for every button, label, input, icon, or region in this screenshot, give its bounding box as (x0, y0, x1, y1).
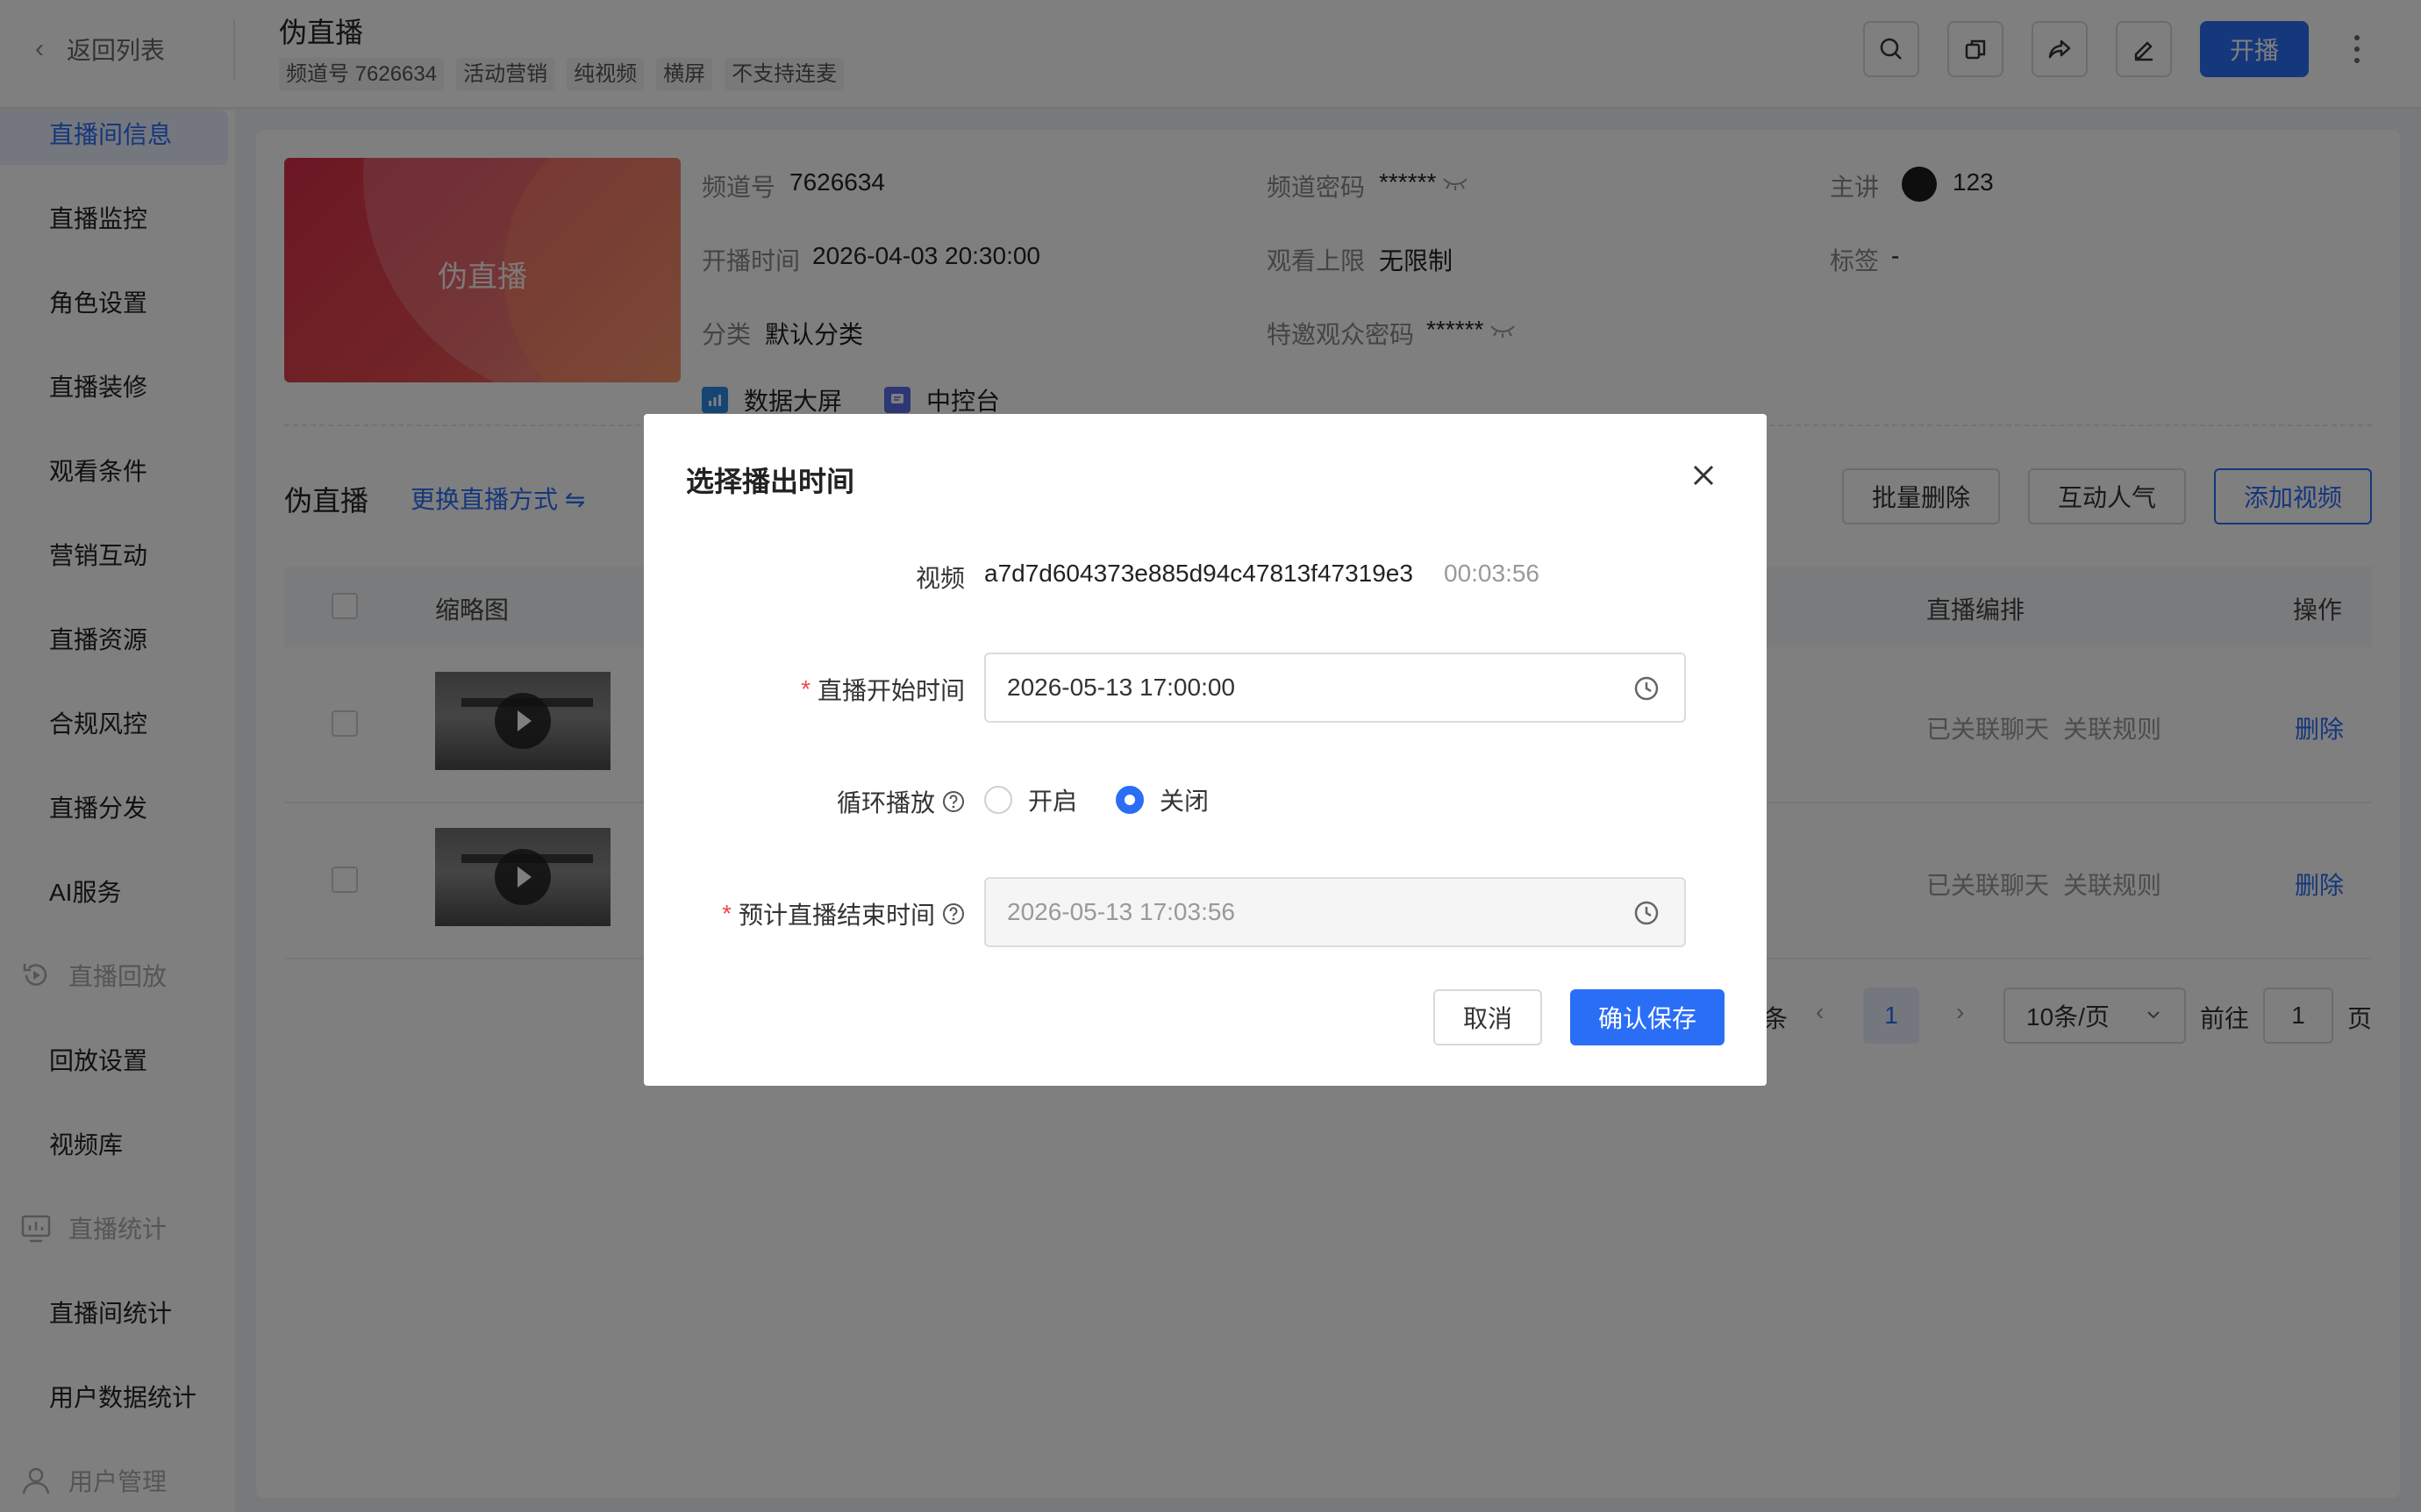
loop-field-label: 循环播放 (837, 784, 965, 819)
close-icon[interactable] (1691, 463, 1716, 488)
clock-icon (1634, 901, 1659, 925)
label-text: 预计直播结束时间 (738, 902, 935, 929)
radio-label: 开启 (1028, 788, 1078, 815)
video-duration: 00:03:56 (1444, 560, 1539, 587)
confirm-save-button[interactable]: 确认保存 (1570, 989, 1725, 1045)
loop-off-radio[interactable]: 关闭 (1116, 782, 1209, 817)
radio-circle (984, 786, 1012, 814)
start-time-value: 2026-05-13 17:00:00 (1007, 674, 1235, 701)
required-mark: * (801, 675, 811, 703)
schedule-time-dialog: 选择播出时间 视频 a7d7d604373e885d94c47813f47319… (644, 414, 1767, 1086)
required-mark: * (722, 900, 732, 927)
label-text: 循环播放 (836, 789, 935, 817)
radio-label: 关闭 (1160, 788, 1210, 815)
help-icon[interactable] (942, 902, 965, 925)
end-time-field-label: * 预计直播结束时间 (722, 896, 965, 931)
loop-on-radio[interactable]: 开启 (984, 782, 1077, 817)
video-name: a7d7d604373e885d94c47813f47319e3 (984, 560, 1413, 587)
radio-circle-selected (1116, 786, 1144, 814)
cancel-button[interactable]: 取消 (1433, 989, 1542, 1045)
clock-icon (1634, 676, 1659, 701)
label-text: 直播开始时间 (817, 677, 965, 704)
label-text: 视频 (915, 565, 965, 592)
help-icon[interactable] (942, 790, 965, 813)
start-time-picker[interactable]: 2026-05-13 17:00:00 (984, 653, 1686, 723)
end-time-picker: 2026-05-13 17:03:56 (984, 877, 1686, 947)
start-time-field-label: * 直播开始时间 (801, 672, 965, 707)
video-field-label: 视频 (916, 560, 965, 595)
dialog-title: 选择播出时间 (686, 466, 855, 497)
end-time-value: 2026-05-13 17:03:56 (1007, 898, 1235, 925)
